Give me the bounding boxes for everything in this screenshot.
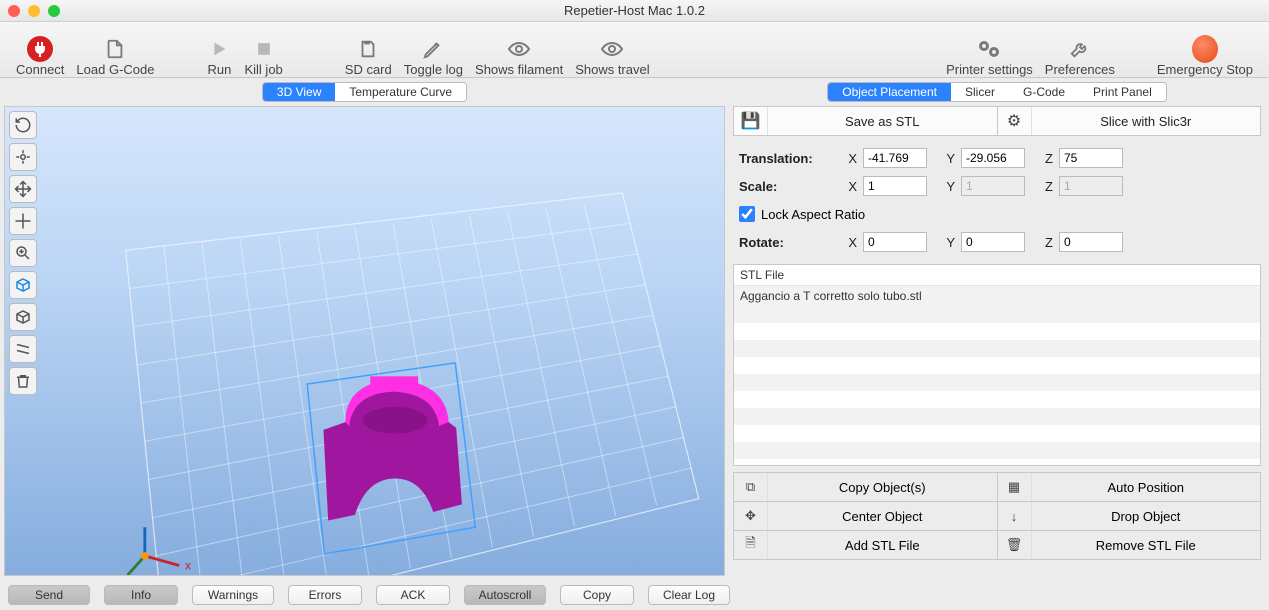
auto-position-button[interactable]: ▦Auto Position bbox=[997, 473, 1261, 501]
grid-icon: ▦ bbox=[998, 473, 1032, 501]
pencil-icon bbox=[420, 36, 446, 62]
rotate-x-input[interactable] bbox=[863, 232, 927, 252]
connect-label: Connect bbox=[16, 62, 64, 77]
eye-icon bbox=[506, 36, 532, 62]
log-errors-button[interactable]: Errors bbox=[288, 585, 362, 605]
load-gcode-label: Load G-Code bbox=[76, 62, 154, 77]
log-send-button[interactable]: Send bbox=[8, 585, 90, 605]
add-stl-button[interactable]: 🗎Add STL File bbox=[734, 531, 997, 559]
sd-card-icon bbox=[355, 36, 381, 62]
toggle-log-button[interactable]: Toggle log bbox=[404, 25, 463, 77]
axis-x-label: X bbox=[841, 151, 857, 166]
titlebar: Repetier-Host Mac 1.0.2 bbox=[0, 0, 1269, 22]
log-ack-button[interactable]: ACK bbox=[376, 585, 450, 605]
sd-card-label: SD card bbox=[345, 62, 392, 77]
lock-aspect-label: Lock Aspect Ratio bbox=[761, 207, 865, 222]
file-icon bbox=[102, 36, 128, 62]
printer-settings-label: Printer settings bbox=[946, 62, 1033, 77]
run-label: Run bbox=[208, 62, 232, 77]
translation-z-input[interactable] bbox=[1059, 148, 1123, 168]
shows-travel-button[interactable]: Shows travel bbox=[575, 25, 649, 77]
tab-gcode[interactable]: G-Code bbox=[1009, 83, 1079, 101]
rotate-y-input[interactable] bbox=[961, 232, 1025, 252]
shows-filament-button[interactable]: Shows filament bbox=[475, 25, 563, 77]
load-gcode-button[interactable]: Load G-Code bbox=[76, 25, 154, 77]
list-item[interactable]: Aggancio a T corretto solo tubo.stl bbox=[734, 286, 1260, 306]
gear-icon: ⚙ bbox=[998, 107, 1032, 135]
window-close-icon[interactable] bbox=[8, 5, 20, 17]
wrench-icon bbox=[1067, 36, 1093, 62]
translation-label: Translation: bbox=[739, 151, 829, 166]
window-title: Repetier-Host Mac 1.0.2 bbox=[0, 3, 1269, 18]
stl-file-header: STL File bbox=[734, 265, 1260, 286]
view-tabs: 3D View Temperature Curve bbox=[4, 82, 725, 102]
connect-button[interactable]: Connect bbox=[16, 25, 64, 77]
kill-job-label: Kill job bbox=[244, 62, 282, 77]
log-info-button[interactable]: Info bbox=[104, 585, 178, 605]
save-stl-button[interactable]: 💾 Save as STL bbox=[734, 107, 997, 135]
drop-object-button[interactable]: ↓Drop Object bbox=[997, 502, 1261, 530]
printer-settings-button[interactable]: Printer settings bbox=[946, 25, 1033, 77]
right-panel: Object Placement Slicer G-Code Print Pan… bbox=[729, 78, 1269, 580]
save-icon: 💾 bbox=[734, 107, 768, 135]
shows-filament-label: Shows filament bbox=[475, 62, 563, 77]
eye-icon bbox=[599, 36, 625, 62]
scale-label: Scale: bbox=[739, 179, 829, 194]
axis-y-label: Y bbox=[939, 151, 955, 166]
axis-z-label: Z bbox=[1037, 151, 1053, 166]
slice-label: Slice with Slic3r bbox=[1032, 114, 1261, 129]
emergency-stop-icon bbox=[1192, 36, 1218, 62]
run-button[interactable]: Run bbox=[206, 25, 232, 77]
rotate-z-input[interactable] bbox=[1059, 232, 1123, 252]
center-icon: ✥ bbox=[734, 502, 768, 530]
log-copy-button[interactable]: Copy bbox=[560, 585, 634, 605]
log-autoscroll-button[interactable]: Autoscroll bbox=[464, 585, 546, 605]
emergency-stop-label: Emergency Stop bbox=[1157, 62, 1253, 77]
log-warnings-button[interactable]: Warnings bbox=[192, 585, 274, 605]
tab-object-placement[interactable]: Object Placement bbox=[828, 83, 951, 101]
play-icon bbox=[206, 36, 232, 62]
stop-icon bbox=[251, 36, 277, 62]
viewport-3d[interactable]: x bbox=[4, 106, 725, 576]
sd-card-button[interactable]: SD card bbox=[345, 25, 392, 77]
scale-z-input bbox=[1059, 176, 1123, 196]
emergency-stop-button[interactable]: Emergency Stop bbox=[1157, 25, 1253, 77]
trash-icon: 🗑 bbox=[998, 531, 1032, 559]
toggle-log-label: Toggle log bbox=[404, 62, 463, 77]
kill-job-button[interactable]: Kill job bbox=[244, 25, 282, 77]
log-clear-button[interactable]: Clear Log bbox=[648, 585, 730, 605]
gears-icon bbox=[976, 36, 1002, 62]
plug-icon bbox=[27, 36, 53, 62]
lock-aspect-checkbox[interactable] bbox=[739, 206, 755, 222]
window-zoom-icon[interactable] bbox=[48, 5, 60, 17]
stl-file-list[interactable]: STL File Aggancio a T corretto solo tubo… bbox=[733, 264, 1261, 466]
tab-slicer[interactable]: Slicer bbox=[951, 83, 1009, 101]
drop-icon: ↓ bbox=[998, 502, 1032, 530]
shows-travel-label: Shows travel bbox=[575, 62, 649, 77]
translation-x-input[interactable] bbox=[863, 148, 927, 168]
window-minimize-icon[interactable] bbox=[28, 5, 40, 17]
translation-y-input[interactable] bbox=[961, 148, 1025, 168]
preferences-label: Preferences bbox=[1045, 62, 1115, 77]
main-toolbar: Connect Load G-Code Run Kill job SD card… bbox=[0, 22, 1269, 78]
tab-temperature-curve[interactable]: Temperature Curve bbox=[335, 83, 466, 101]
tab-print-panel[interactable]: Print Panel bbox=[1079, 83, 1166, 101]
log-toolbar: Send Info Warnings Errors ACK Autoscroll… bbox=[0, 580, 1269, 610]
scale-x-input[interactable] bbox=[863, 176, 927, 196]
copy-objects-button[interactable]: ⧉Copy Object(s) bbox=[734, 473, 997, 501]
file-add-icon: 🗎 bbox=[734, 531, 768, 559]
slice-button[interactable]: ⚙ Slice with Slic3r bbox=[997, 107, 1261, 135]
preferences-button[interactable]: Preferences bbox=[1045, 25, 1115, 77]
save-stl-label: Save as STL bbox=[768, 114, 997, 129]
copy-icon: ⧉ bbox=[734, 473, 768, 501]
tab-3d-view[interactable]: 3D View bbox=[263, 83, 335, 101]
rotate-label: Rotate: bbox=[739, 235, 829, 250]
center-object-button[interactable]: ✥Center Object bbox=[734, 502, 997, 530]
bed-render: x bbox=[5, 107, 724, 575]
svg-text:x: x bbox=[185, 558, 192, 572]
remove-stl-button[interactable]: 🗑Remove STL File bbox=[997, 531, 1261, 559]
scale-y-input bbox=[961, 176, 1025, 196]
